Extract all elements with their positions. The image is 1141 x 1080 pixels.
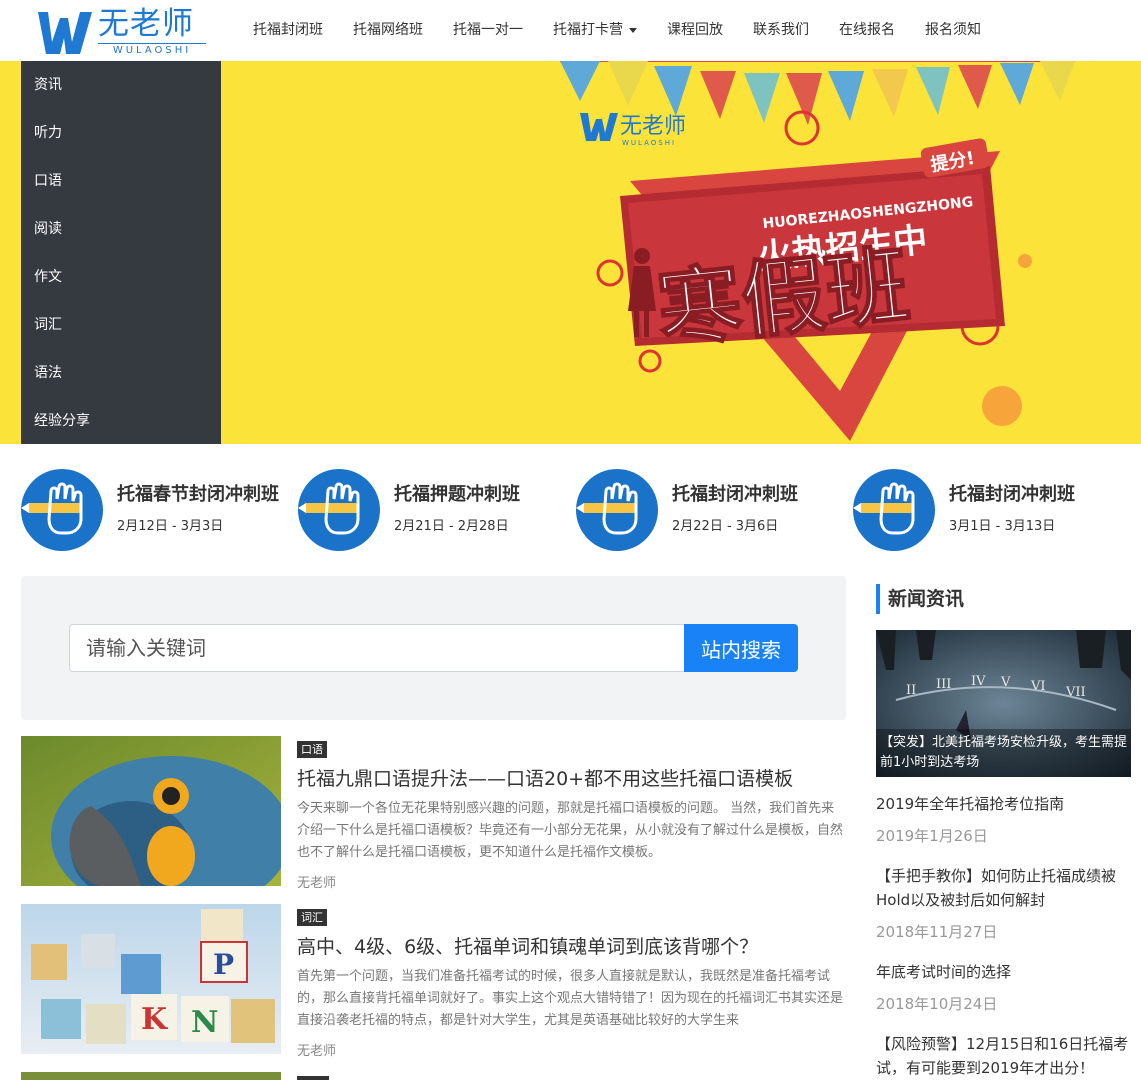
course-card[interactable]: 托福春节封闭冲刺班 2月12日 - 3月3日 (21, 469, 291, 551)
logo-w-icon (38, 12, 92, 54)
fist-pencil-icon (853, 469, 935, 551)
svg-text:K: K (141, 1002, 168, 1037)
news-section-heading: 新闻资讯 (876, 584, 964, 614)
news-date: 2018年10月24日 (876, 995, 998, 1013)
news-list-item[interactable]: 【手把手教你】如何防止托福成绩被Hold以及被封后如何解封 2018年11月27… (876, 864, 1131, 944)
chevron-down-icon (629, 28, 637, 33)
course-dates: 3月1日 - 3月13日 (949, 519, 1056, 534)
category-sidebar: 资讯 听力 口语 阅读 作文 词汇 语法 经验分享 (21, 61, 221, 444)
course-dates: 2月21日 - 2月28日 (394, 519, 509, 534)
hero-banner: 资讯 听力 口语 阅读 作文 词汇 语法 经验分享 无老师 WULAOSHI 提… (0, 61, 1141, 444)
nav-item-contact[interactable]: 联系我们 (738, 0, 824, 61)
news-title[interactable]: 【风险预警】12月15日和16日托福考试，有可能要到2019年才出分！ (876, 1032, 1131, 1080)
sidebar-item-listening[interactable]: 听力 (21, 109, 221, 157)
svg-text:P: P (213, 948, 234, 981)
course-dates: 2月12日 - 3月3日 (117, 519, 224, 534)
course-list: 托福春节封闭冲刺班 2月12日 - 3月3日 托福押题冲刺班 2月21日 - 2… (21, 469, 1121, 551)
news-list-item[interactable]: 【风险预警】12月15日和16日托福考试，有可能要到2019年才出分！ (876, 1032, 1131, 1080)
article-title[interactable]: 托福九鼎口语提升法——口语20+都不用这些托福口语模板 (297, 764, 793, 791)
banner-logo: 无老师 WULAOSHI (580, 113, 686, 147)
article-thumbnail-parrot[interactable] (21, 736, 281, 886)
course-title: 托福押题冲刺班 (394, 484, 520, 505)
course-dates: 2月22日 - 3月6日 (672, 519, 779, 534)
article-author: 无老师 (297, 876, 337, 891)
banner-artwork[interactable]: 无老师 WULAOSHI 提分! HUOREZHAOSHENGZHONG 火热招… (520, 61, 1100, 444)
logo-subtext: WULAOSHI (98, 43, 206, 56)
news-list-item[interactable]: 2019年全年托福抢考位指南 2019年1月26日 (876, 792, 1131, 848)
sidebar-item-vocabulary[interactable]: 词汇 (21, 301, 221, 349)
sidebar-item-grammar[interactable]: 语法 (21, 349, 221, 397)
fist-pencil-icon (21, 469, 103, 551)
main-nav: 托福封闭班 托福网络班 托福一对一 托福打卡营 课程回放 联系我们 在线报名 报… (238, 0, 996, 61)
news-list-item[interactable]: 年底考试时间的选择 2018年10月24日 (876, 960, 1131, 1016)
article-tag[interactable] (297, 1076, 329, 1080)
news-title[interactable]: 年底考试时间的选择 (876, 960, 1131, 984)
sidebar-item-writing[interactable]: 作文 (21, 253, 221, 301)
news-date: 2019年1月26日 (876, 827, 988, 845)
news-featured[interactable]: II III IV V VI VII 【突发】北美托福考场安检升级，考生需提前1小时到达考… (876, 630, 1131, 777)
fist-pencil-icon (298, 469, 380, 551)
course-card[interactable]: 托福押题冲刺班 2月21日 - 2月28日 (298, 469, 568, 551)
nav-item-checkin-camp[interactable]: 托福打卡营 (538, 0, 652, 61)
fist-pencil-icon (576, 469, 658, 551)
article-excerpt: 今天来聊一个各位无花果特别感兴趣的问题，那就是托福口语模板的问题。 当然，我们首… (297, 801, 844, 860)
nav-item-register[interactable]: 在线报名 (824, 0, 910, 61)
nav-item-online-class[interactable]: 托福网络班 (338, 0, 438, 61)
sidebar-item-reading[interactable]: 阅读 (21, 205, 221, 253)
article-item[interactable]: P K N 词汇 高中、4级、6级、托福单词和镇魂单词到底该背哪个？ 首先第一个… (21, 904, 846, 1059)
article-tag[interactable]: 口语 (297, 741, 327, 758)
sidebar-item-speaking[interactable]: 口语 (21, 157, 221, 205)
news-date: 2018年11月27日 (876, 923, 998, 941)
article-item[interactable]: 口语 托福九鼎口语提升法——口语20+都不用这些托福口语模板 今天来聊一个各位无… (21, 736, 846, 891)
search-input[interactable] (69, 624, 685, 672)
article-author: 无老师 (297, 1044, 337, 1059)
logo-text: 无老师 (98, 6, 194, 42)
svg-text:无老师: 无老师 (620, 114, 686, 139)
top-navbar: 无老师 WULAOSHI 托福封闭班 托福网络班 托福一对一 托福打卡营 课程回… (0, 0, 1141, 61)
news-title[interactable]: 【手把手教你】如何防止托福成绩被Hold以及被封后如何解封 (876, 864, 1131, 912)
nav-item-notice[interactable]: 报名须知 (910, 0, 996, 61)
site-search-panel: 站内搜索 (21, 576, 846, 720)
site-logo[interactable]: 无老师 WULAOSHI (34, 6, 209, 58)
sidebar-item-experience[interactable]: 经验分享 (21, 397, 221, 444)
news-title[interactable]: 2019年全年托福抢考位指南 (876, 792, 1131, 816)
svg-text:N: N (191, 1005, 218, 1040)
nav-item-closed-class[interactable]: 托福封闭班 (238, 0, 338, 61)
nav-item-one-on-one[interactable]: 托福一对一 (438, 0, 538, 61)
news-featured-caption[interactable]: 【突发】北美托福考场安检升级，考生需提前1小时到达考场 (876, 729, 1131, 777)
article-thumbnail[interactable] (21, 1072, 281, 1080)
course-title: 托福春节封闭冲刺班 (117, 484, 279, 505)
course-title: 托福封闭冲刺班 (672, 484, 798, 505)
nav-item-replay[interactable]: 课程回放 (652, 0, 738, 61)
search-button[interactable]: 站内搜索 (684, 624, 798, 672)
course-card[interactable]: 托福封闭冲刺班 3月1日 - 3月13日 (853, 469, 1123, 551)
article-excerpt: 首先第一个问题，当我们准备托福考试的时候，很多人直接就是默认，我既然是准备托福考… (297, 969, 844, 1028)
sidebar-item-news[interactable]: 资讯 (21, 61, 221, 109)
course-card[interactable]: 托福封闭冲刺班 2月22日 - 3月6日 (576, 469, 846, 551)
course-title: 托福封闭冲刺班 (949, 484, 1075, 505)
article-item-partial[interactable] (21, 1072, 846, 1080)
svg-text:WULAOSHI: WULAOSHI (622, 139, 676, 147)
article-title[interactable]: 高中、4级、6级、托福单词和镇魂单词到底该背哪个？ (297, 932, 758, 959)
article-tag[interactable]: 词汇 (297, 909, 327, 926)
article-thumbnail-blocks[interactable]: P K N (21, 904, 281, 1054)
